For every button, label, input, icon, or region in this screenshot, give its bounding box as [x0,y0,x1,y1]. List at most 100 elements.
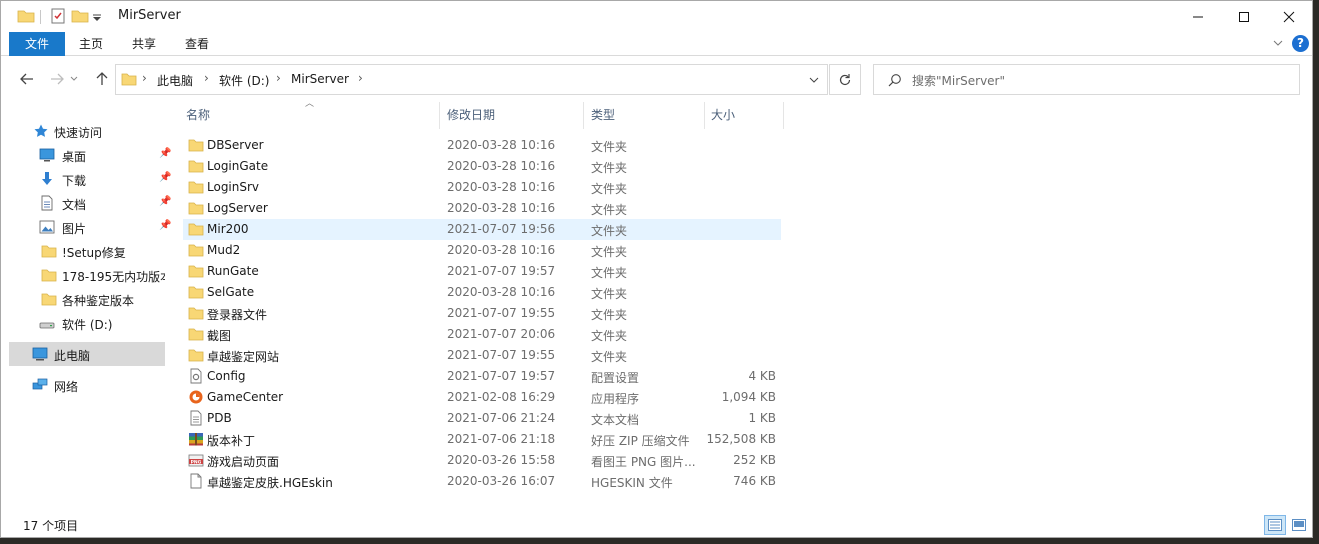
search-icon [888,74,901,87]
file-type: 文件夹 [591,182,628,196]
customize-quick-access-icon[interactable] [90,7,104,25]
minimize-button[interactable] [1175,1,1221,32]
pin-icon[interactable]: 📌 [159,196,171,208]
address-bar[interactable]: › 此电脑 › 软件 (D:) › MirServer › [115,64,828,95]
column-header-type[interactable]: 类型 [586,102,705,129]
drive-icon [39,322,55,329]
file-row[interactable]: RunGate 2021-07-07 19:57 文件夹 [183,261,781,282]
tab-home[interactable]: 主页 [69,32,113,56]
file-size: 1 KB [748,411,776,425]
pin-icon[interactable]: 📌 [159,172,171,184]
file-row[interactable]: PDB 2021-07-06 21:24 文本文档 1 KB [183,408,781,429]
breadcrumb-separator[interactable]: › [142,71,147,85]
minimize-icon [1193,16,1203,17]
breadcrumb-mirserver[interactable]: MirServer [291,72,349,86]
column-header-date[interactable]: 修改日期 [442,102,584,129]
breadcrumb-separator[interactable]: › [358,71,363,85]
file-date: 2021-07-06 21:24 [447,411,556,425]
file-row[interactable]: Mud2 2020-03-28 10:16 文件夹 [183,240,781,261]
file-row[interactable]: 登录器文件 2021-07-07 19:55 文件夹 [183,303,781,324]
pin-icon[interactable]: 📌 [159,220,171,232]
column-header-name[interactable]: 名称 [181,102,440,129]
column-header-size[interactable]: 大小 [706,102,784,129]
forward-button[interactable] [45,67,69,91]
details-view-icon [1268,519,1282,531]
arrow-right-icon [51,73,64,85]
nav-item-quick-access[interactable]: 快速访问 [9,119,165,143]
column-headers: 名称 修改日期 类型 大小 [181,102,786,129]
file-type: 看图王 PNG 图片... [591,455,696,469]
zip-file-icon [189,433,203,446]
chevron-down-icon [70,76,78,81]
title-bar: MirServer [1,1,1312,32]
file-row[interactable]: DBServer 2020-03-28 10:16 文件夹 [183,135,781,156]
breadcrumb-separator[interactable]: › [276,71,281,85]
up-button[interactable] [90,67,114,91]
file-size: 152,508 KB [706,432,776,446]
file-date: 2020-03-26 15:58 [447,453,556,467]
text-file-icon [190,410,202,426]
folder-icon [121,73,137,86]
help-icon[interactable]: ? [1292,35,1309,52]
file-row[interactable]: 截图 2021-07-07 20:06 文件夹 [183,324,781,345]
breadcrumb-this-pc[interactable]: 此电脑 [157,72,193,89]
file-date: 2020-03-28 10:16 [447,138,556,152]
file-type: 文件夹 [591,287,628,301]
folder-icon [188,139,204,152]
folder-icon [188,307,204,320]
file-row[interactable]: LoginGate 2020-03-28 10:16 文件夹 [183,156,781,177]
nav-item-178-195[interactable]: 178-195无内功版本 [9,263,165,287]
file-date: 2021-02-08 16:29 [447,390,556,404]
file-row[interactable]: LoginSrv 2020-03-28 10:16 文件夹 [183,177,781,198]
nav-item-desktop[interactable]: 桌面 📌 [9,143,171,167]
new-folder-icon[interactable] [71,7,89,25]
file-row[interactable]: Config 2021-07-07 19:57 配置设置 4 KB [183,366,781,387]
breadcrumb-drive-d[interactable]: 软件 (D:) [219,72,269,89]
pin-icon[interactable]: 📌 [159,148,171,160]
refresh-button[interactable] [829,64,861,95]
nav-item-appraisal-versions[interactable]: 各种鉴定版本 [9,287,165,311]
file-type: 文件夹 [591,245,628,259]
large-icons-view-button[interactable] [1288,515,1310,535]
nav-item-this-pc[interactable]: 此电脑 [9,342,165,366]
file-name: 卓越鉴定网站 [207,350,280,364]
file-row[interactable]: LogServer 2020-03-28 10:16 文件夹 [183,198,781,219]
address-dropdown-button[interactable] [801,65,827,94]
nav-item-pictures[interactable]: 图片 📌 [9,215,171,239]
file-row[interactable]: GameCenter 2021-02-08 16:29 应用程序 1,094 KB [183,387,781,408]
search-box[interactable]: 搜索"MirServer" [873,64,1300,95]
search-input[interactable]: 搜索"MirServer" [912,72,1005,89]
file-name: Mud2 [207,243,241,257]
file-row[interactable]: SelGate 2020-03-28 10:16 文件夹 [183,282,781,303]
back-button[interactable] [15,67,39,91]
tab-file[interactable]: 文件 [9,32,65,56]
nav-item-label: 快速访问 [54,126,103,140]
file-name: Config [207,369,246,383]
recent-locations-button[interactable] [67,67,81,91]
file-type: 配置设置 [591,371,640,385]
nav-item-drive-d[interactable]: 软件 (D:) [9,311,165,335]
file-size: 252 KB [733,453,776,467]
file-date: 2021-07-06 21:18 [447,432,556,446]
nav-item-documents[interactable]: 文档 📌 [9,191,171,215]
file-row[interactable]: 卓越鉴定皮肤.HGEskin 2020-03-26 16:07 HGESKIN 文件… [183,471,781,492]
file-row[interactable]: 卓越鉴定网站 2021-07-07 19:55 文件夹 [183,345,781,366]
tab-share[interactable]: 共享 [122,32,166,56]
file-row[interactable]: Mir200 2021-07-07 19:56 文件夹 [183,219,781,240]
close-button[interactable] [1266,1,1312,32]
file-type: 文件夹 [591,350,628,364]
nav-item-network[interactable]: 网络 [9,373,165,397]
file-row[interactable]: 版本补丁 2021-07-06 21:18 好压 ZIP 压缩文件 152,508 K… [183,429,781,450]
file-row[interactable]: PNG 游戏启动页面 2020-03-26 15:58 看图王 PNG 图片... 25… [183,450,781,471]
maximize-button[interactable] [1221,1,1267,32]
details-view-button[interactable] [1264,515,1286,535]
expand-ribbon-button[interactable] [1271,36,1285,50]
properties-icon[interactable] [49,7,67,25]
title-separator [40,10,41,24]
tab-view[interactable]: 查看 [175,32,219,56]
file-date: 2021-07-07 20:06 [447,327,556,341]
breadcrumb-separator[interactable]: › [204,71,209,85]
nav-item-setup-repair[interactable]: !Setup修复 [9,239,165,263]
nav-item-label: 下载 [62,174,87,188]
nav-item-downloads[interactable]: 下载 📌 [9,167,171,191]
